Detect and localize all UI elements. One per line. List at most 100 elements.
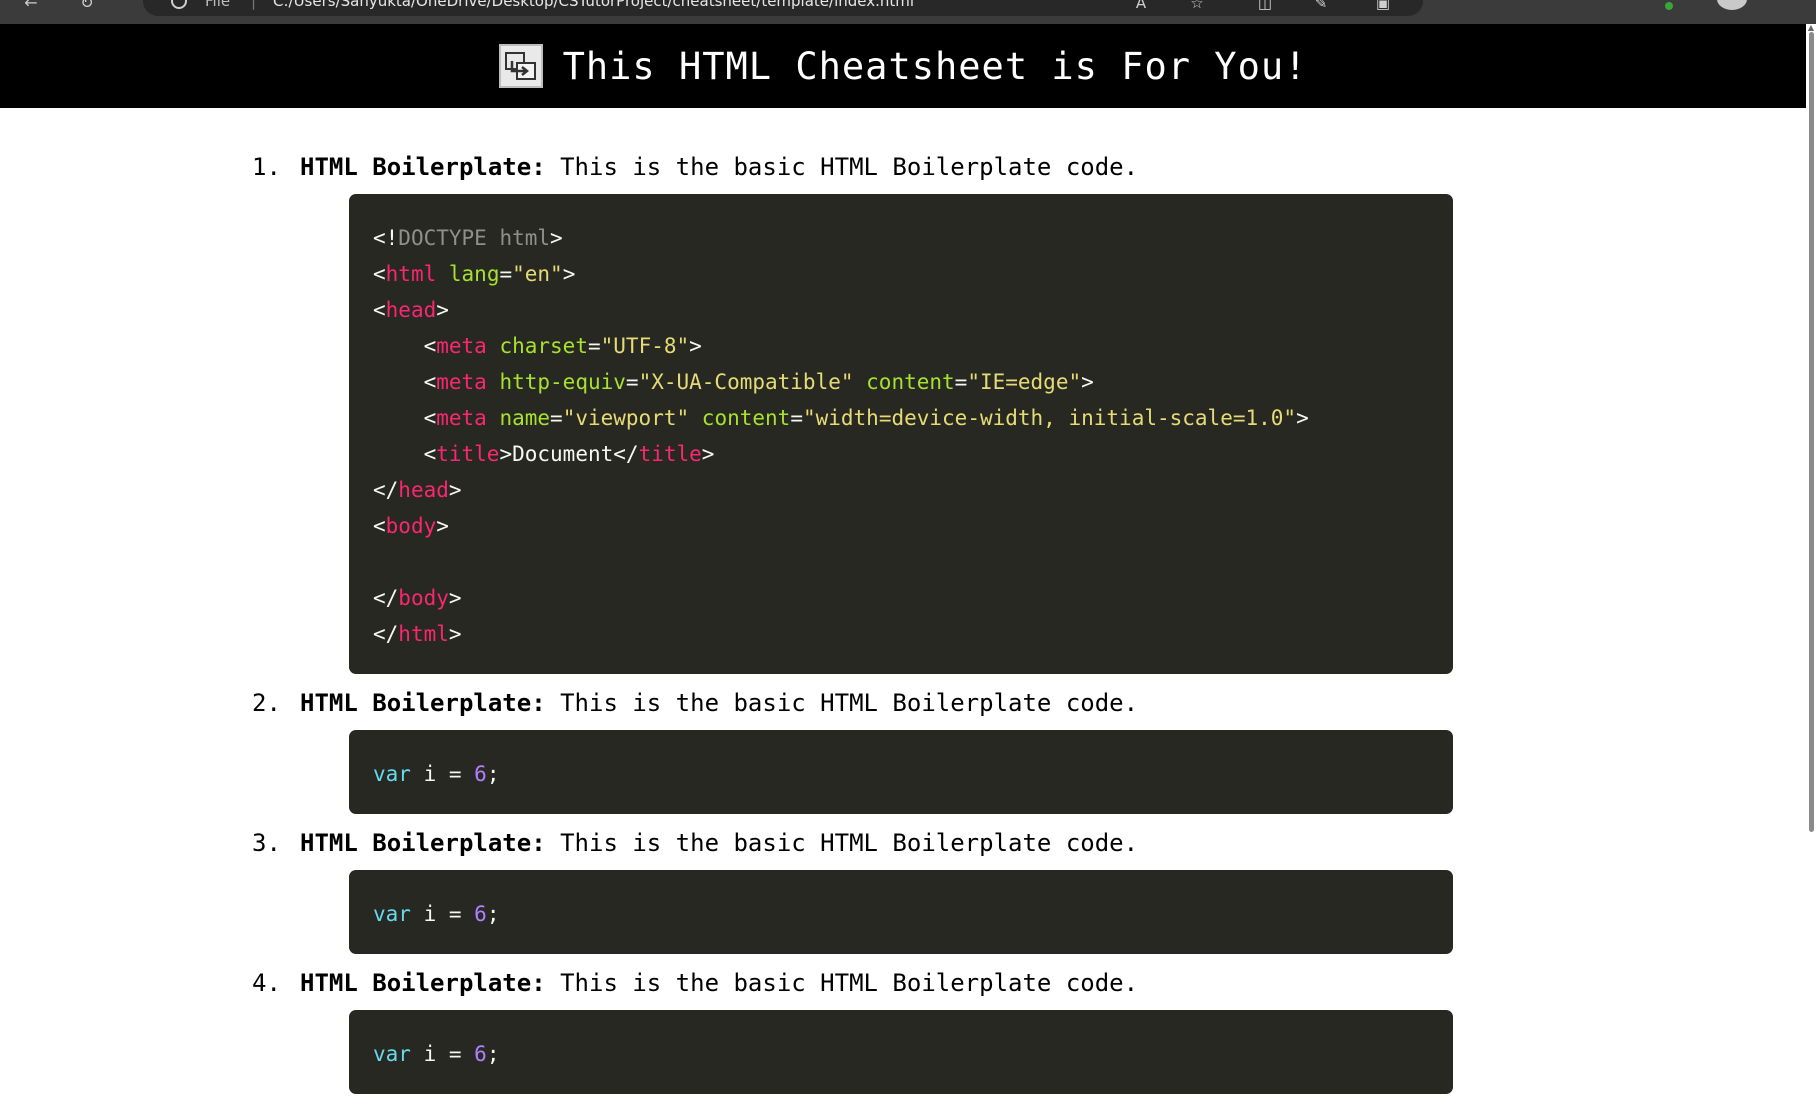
code-token: charset	[499, 334, 588, 358]
code-line: <html lang="en">	[373, 256, 1429, 292]
item-number: 2.	[252, 689, 281, 717]
code-token: </	[373, 622, 399, 646]
code-token: "en"	[512, 262, 563, 286]
refresh-icon[interactable]: ↻	[76, 0, 98, 14]
item-description: This is the basic HTML Boilerplate code.	[545, 829, 1139, 857]
code-token: "viewport"	[562, 406, 690, 430]
code-token: =	[625, 370, 639, 394]
page-header: This HTML Cheatsheet is For You!	[0, 24, 1806, 108]
code-token: meta	[436, 334, 487, 358]
code-block[interactable]: var i = 6;	[349, 1010, 1453, 1094]
code-token: i =	[410, 1042, 475, 1066]
code-line: var i = 6;	[373, 896, 1429, 932]
favorite-star-icon[interactable]: ☆	[1186, 0, 1208, 12]
list-item: 1. HTML Boilerplate: This is the basic HT…	[252, 150, 1460, 674]
code-token: lang	[448, 262, 500, 286]
code-token: var	[373, 762, 411, 786]
code-token: content	[866, 370, 955, 394]
code-token: i =	[410, 762, 475, 786]
scroll-up-icon[interactable]: ▲	[1806, 24, 1816, 32]
code-token: "IE=edge"	[967, 370, 1082, 394]
url-text[interactable]: C:/Users/Sanyukta/OneDrive/Desktop/CSTut…	[273, 0, 914, 16]
browser-toolbar: ← ↻ File | C:/Users/Sanyukta/OneDrive/De…	[0, 0, 1816, 24]
code-line: </html>	[373, 616, 1429, 652]
code-token: body	[398, 586, 449, 610]
url-separator: |	[251, 0, 257, 10]
code-block[interactable]: var i = 6;	[349, 870, 1453, 954]
code-token: <	[423, 406, 437, 430]
code-token: =	[550, 406, 563, 430]
code-token: >	[1081, 370, 1094, 394]
code-token: <	[373, 514, 386, 538]
code-token: var	[373, 902, 411, 926]
code-token: i =	[410, 902, 475, 926]
code-token: "UTF-8"	[600, 334, 690, 358]
item-heading: 2. HTML Boilerplate: This is the basic HT…	[252, 686, 1460, 720]
code-token: >	[448, 622, 462, 646]
code-token: ;	[486, 762, 500, 786]
code-token: =	[954, 370, 968, 394]
address-bar[interactable]: File | C:/Users/Sanyukta/OneDrive/Deskto…	[143, 0, 1423, 16]
split-screen-icon[interactable]: ◫	[1254, 0, 1276, 12]
code-token: 6	[474, 902, 487, 926]
item-description: This is the basic HTML Boilerplate code.	[545, 689, 1139, 717]
code-token: title	[436, 442, 500, 466]
item-description: This is the basic HTML Boilerplate code.	[545, 969, 1139, 997]
code-token: "X-UA-Compatible"	[638, 370, 854, 394]
code-token: =	[587, 334, 601, 358]
code-line: var i = 6;	[373, 756, 1429, 792]
list-item: 3. HTML Boilerplate: This is the basic HT…	[252, 826, 1460, 954]
code-token: ;	[486, 902, 500, 926]
code-block[interactable]: <!DOCTYPE html> <html lang="en"> <head> <m…	[349, 194, 1453, 674]
code-token: <	[373, 298, 386, 322]
code-token: 6	[474, 1042, 487, 1066]
code-token: =	[790, 406, 803, 430]
code-token: head	[398, 478, 449, 502]
extension-status-icon[interactable]	[1665, 2, 1673, 10]
code-token: >	[550, 226, 563, 250]
code-token: </	[613, 442, 639, 466]
code-line	[373, 544, 1429, 580]
item-term: HTML Boilerplate:	[300, 829, 546, 857]
code-token: >	[448, 478, 462, 502]
list-item: 2. HTML Boilerplate: This is the basic HT…	[252, 686, 1460, 814]
code-token: =	[499, 262, 513, 286]
code-token: </	[373, 586, 399, 610]
list-item: 4. HTML Boilerplate: This is the basic HT…	[252, 966, 1460, 1094]
code-token: html	[385, 262, 437, 286]
page-title: This HTML Cheatsheet is For You!	[562, 44, 1308, 88]
code-token: >	[436, 298, 449, 322]
code-token: ;	[486, 1042, 500, 1066]
code-line: <!DOCTYPE html>	[373, 220, 1429, 256]
code-line: <title>Document</title>	[373, 436, 1429, 472]
scrollbar[interactable]: ▲	[1806, 24, 1816, 1038]
info-icon[interactable]	[171, 0, 187, 9]
code-line: var i = 6;	[373, 1036, 1429, 1072]
code-token: body	[385, 514, 437, 538]
pen-icon[interactable]: ✎	[1310, 0, 1332, 12]
code-line: <meta charset="UTF-8">	[373, 328, 1429, 364]
item-description: This is the basic HTML Boilerplate code.	[545, 153, 1139, 181]
code-token: "width=device-width, initial-scale=1.0"	[802, 406, 1297, 430]
read-aloud-icon[interactable]: A	[1130, 0, 1152, 12]
code-line: </head>	[373, 472, 1429, 508]
scroll-thumb[interactable]	[1809, 32, 1814, 832]
code-token: name	[499, 406, 551, 430]
back-icon[interactable]: ←	[20, 0, 42, 14]
profile-avatar-icon[interactable]	[1717, 0, 1747, 10]
code-token: var	[373, 1042, 411, 1066]
collections-icon[interactable]: ▣	[1372, 0, 1394, 12]
code-token: <	[423, 334, 437, 358]
item-heading: 1. HTML Boilerplate: This is the basic HT…	[252, 150, 1460, 184]
item-term: HTML Boilerplate:	[300, 969, 546, 997]
code-token: >	[436, 514, 449, 538]
url-scheme: File	[205, 0, 231, 10]
code-token: 6	[474, 762, 487, 786]
code-block[interactable]: var i = 6;	[349, 730, 1453, 814]
